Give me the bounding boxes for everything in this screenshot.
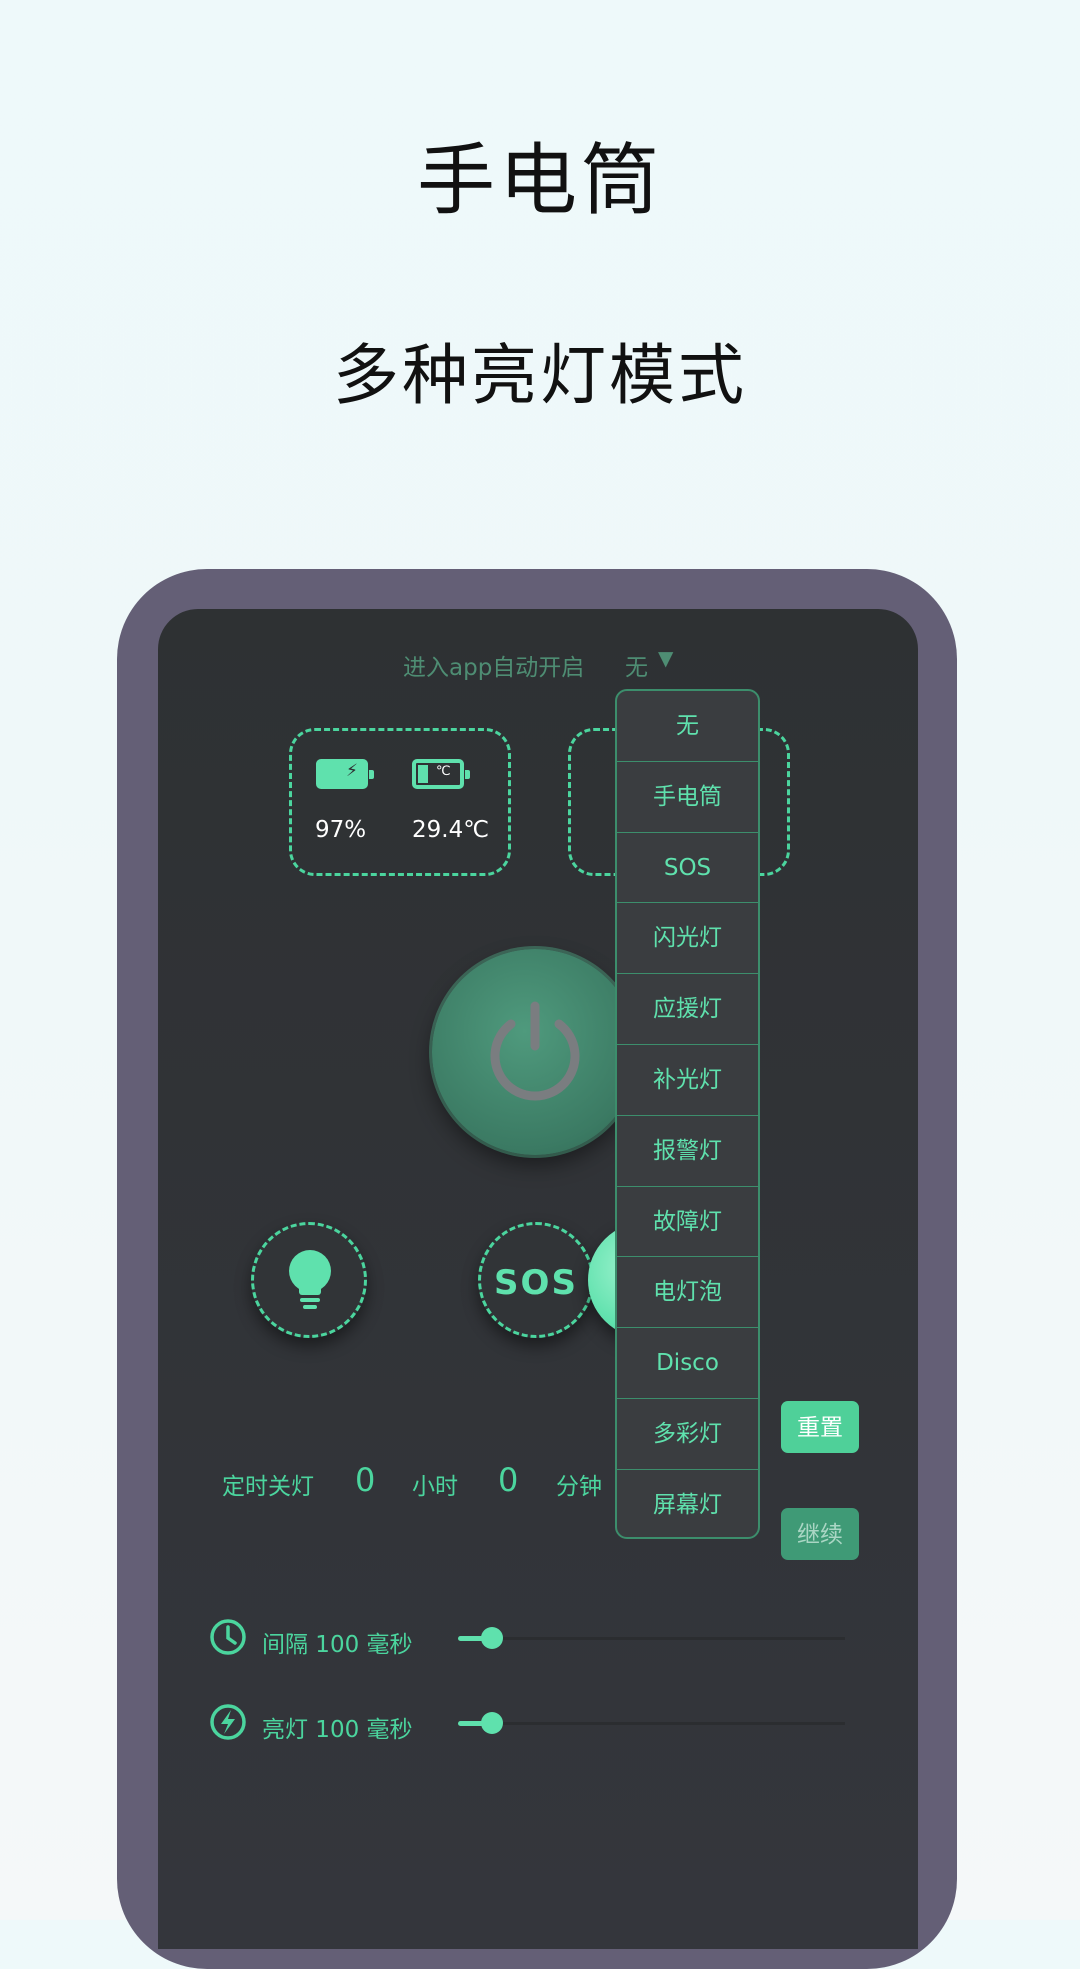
dropdown-option[interactable]: 闪光灯 xyxy=(617,903,758,975)
bulb-mode-button[interactable] xyxy=(251,1222,367,1338)
interval-slider-thumb[interactable] xyxy=(481,1627,503,1649)
battery-temperature: 29.4℃ xyxy=(412,817,490,843)
auto-open-label: 进入app自动开启 xyxy=(403,655,585,681)
dropdown-option[interactable]: 应援灯 xyxy=(617,974,758,1045)
continue-button[interactable]: 继续 xyxy=(781,1508,859,1560)
battery-temperature-icon: ℃ xyxy=(412,759,470,789)
dropdown-arrow-icon[interactable]: ▼ xyxy=(658,646,673,670)
dropdown-option[interactable]: 屏幕灯 xyxy=(617,1470,758,1537)
battery-icon: ⚡ xyxy=(316,759,374,789)
dropdown-option[interactable]: Disco xyxy=(617,1328,758,1399)
temperature-icon-label: ℃ xyxy=(436,764,451,779)
lightning-circle-icon xyxy=(210,1704,246,1740)
clock-icon xyxy=(210,1619,246,1655)
timer-minutes-value[interactable]: 0 xyxy=(498,1461,518,1499)
dropdown-option[interactable]: 多彩灯 xyxy=(617,1399,758,1470)
dropdown-option[interactable]: 故障灯 xyxy=(617,1187,758,1258)
sos-label: SOS xyxy=(494,1263,578,1303)
reset-button[interactable]: 重置 xyxy=(781,1401,859,1453)
power-icon xyxy=(490,1001,580,1101)
dropdown-option[interactable]: 补光灯 xyxy=(617,1045,758,1116)
mode-dropdown-menu: 无 手电筒 SOS 闪光灯 应援灯 补光灯 报警灯 故障灯 电灯泡 Disco … xyxy=(615,689,760,1539)
dropdown-option[interactable]: SOS xyxy=(617,833,758,904)
light-bulb-icon xyxy=(289,1250,331,1309)
timer-minutes-unit: 分钟 xyxy=(556,1474,602,1500)
on-time-slider-track[interactable] xyxy=(458,1722,845,1725)
dropdown-option[interactable]: 无 xyxy=(617,691,758,762)
battery-percent: 97% xyxy=(315,817,367,843)
auto-open-select[interactable]: 无 xyxy=(625,648,648,682)
dropdown-option[interactable]: 电灯泡 xyxy=(617,1257,758,1329)
on-time-slider-thumb[interactable] xyxy=(481,1712,503,1734)
app-screen: 进入app自动开启 无 ▼ ⚡ ℃ 97% 29.4℃ SOS 定时关灯 0 小… xyxy=(158,609,918,1949)
interval-label: 间隔 100 毫秒 xyxy=(262,1632,413,1658)
sos-mode-button[interactable]: SOS xyxy=(478,1222,594,1338)
on-time-slider-row: 亮灯 100 毫秒 xyxy=(158,1698,918,1748)
page-title: 手电筒 xyxy=(416,136,663,226)
page-subtitle: 多种亮灯模式 xyxy=(333,337,747,414)
timer-row: 定时关灯 0 小时 0 分钟 xyxy=(158,1461,918,1501)
interval-slider-row: 间隔 100 毫秒 xyxy=(158,1613,918,1663)
power-button[interactable] xyxy=(432,949,638,1155)
dropdown-option[interactable]: 手电筒 xyxy=(617,762,758,833)
interval-slider-track[interactable] xyxy=(458,1637,845,1640)
on-time-label: 亮灯 100 毫秒 xyxy=(262,1717,413,1743)
battery-info-card: ⚡ ℃ 97% 29.4℃ xyxy=(289,728,511,876)
timer-hours-value[interactable]: 0 xyxy=(355,1461,375,1499)
auto-open-row: 进入app自动开启 无 ▼ xyxy=(158,644,918,684)
dropdown-option[interactable]: 报警灯 xyxy=(617,1116,758,1187)
timer-hours-unit: 小时 xyxy=(412,1474,458,1500)
timer-label: 定时关灯 xyxy=(222,1474,314,1500)
